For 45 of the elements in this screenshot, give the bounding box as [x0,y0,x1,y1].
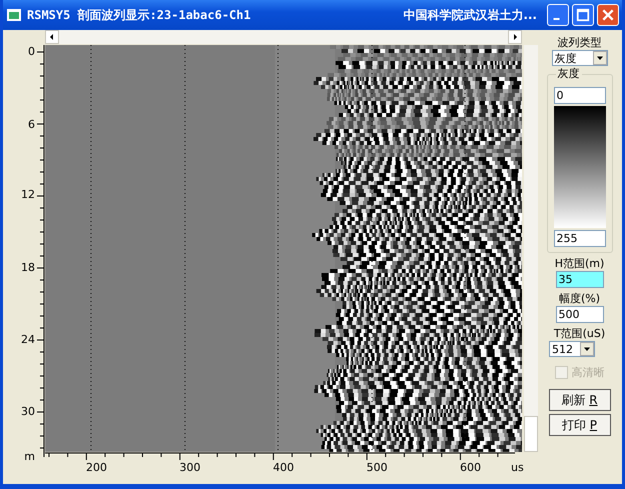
scroll-left-button[interactable] [45,30,59,44]
dropdown[interactable]: 512 [549,341,595,357]
axis-label: 200 [86,461,107,474]
minimize-button[interactable] [547,4,569,26]
field-label: T范围(uS) [554,327,606,341]
axis-label: 500 [366,461,388,474]
minimize-icon [553,18,560,20]
axis-label: 12 [21,188,35,202]
axis-unit: us [511,461,524,474]
group-title: 灰度 [556,67,582,81]
dropdown-arrow-icon [583,345,591,353]
button[interactable]: 打印 P [548,414,610,436]
field-label: 幅度(%) [558,292,600,306]
scroll-thumb[interactable] [524,416,538,452]
input-field[interactable]: 255 [554,230,606,247]
axis-unit: m [24,450,35,464]
axis-label: 400 [273,461,294,474]
window-title: 中国科学院武汉岩土力... [403,6,537,24]
scroll-right-button[interactable] [508,30,522,44]
maximize-button[interactable] [572,4,594,26]
app-icon [7,9,21,21]
button[interactable]: 刷新 R [548,389,610,411]
left-arrow-icon [48,33,56,41]
axis-label: 18 [21,261,35,275]
maximize-icon [576,8,590,22]
axis-label: 24 [21,333,35,347]
input-field[interactable]: 35 [556,271,604,288]
axis-label: 300 [180,461,200,474]
axis-label: 600 [460,461,481,474]
axis-label: 6 [28,118,35,132]
right-arrow-icon [511,33,519,41]
window-title: RSMSY5 剖面波列显示:23-1abac6-Ch1 [27,6,251,24]
field-label: H范围(m) [554,257,604,271]
close-button[interactable] [597,4,619,26]
checkbox-label: 高清晰 [572,365,604,380]
axis-label: 30 [21,405,35,419]
input-field[interactable]: 500 [556,306,604,323]
input-field[interactable]: 0 [554,87,606,104]
axis-label: 0 [28,45,35,59]
dropdown-arrow-icon [596,54,604,62]
close-icon [601,8,615,22]
horizontal-scrollbar[interactable] [45,30,522,44]
field-label: 波列类型 [558,36,602,50]
vertical-scrollbar[interactable] [524,45,538,452]
dropdown[interactable]: 灰度 [552,50,608,66]
